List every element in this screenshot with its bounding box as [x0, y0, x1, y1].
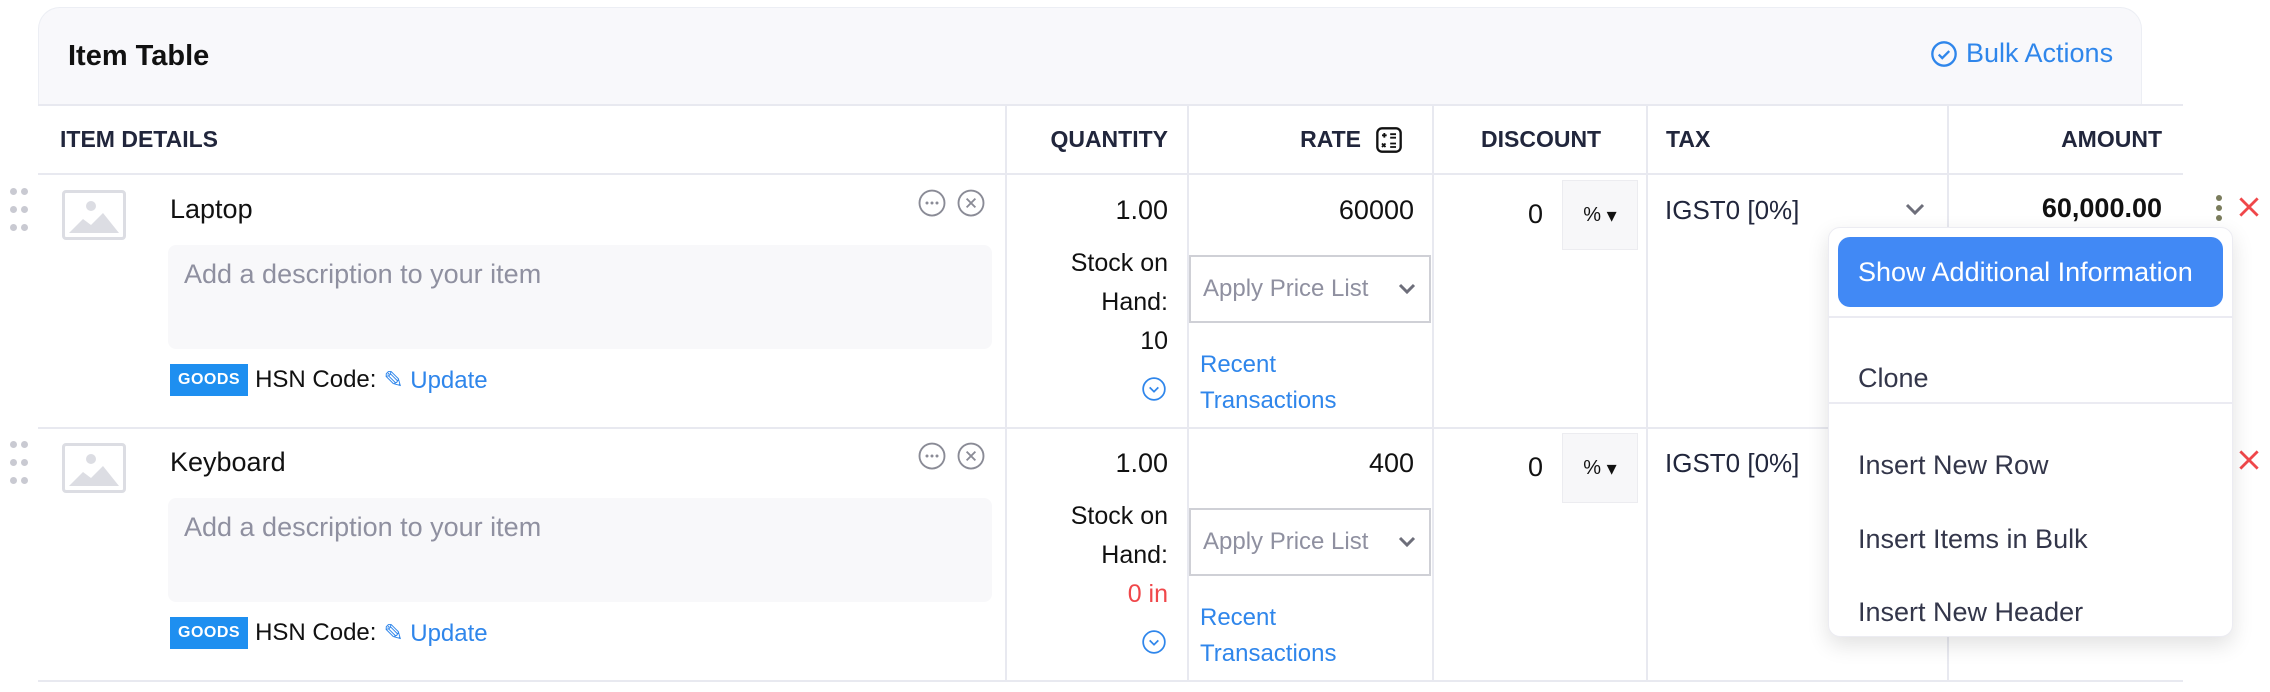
column-divider: [1432, 105, 1434, 681]
discount-type-select[interactable]: % ▾: [1562, 180, 1638, 250]
recent-label: Recent: [1200, 604, 1277, 631]
stock-on-hand: Stock on Hand: 0 in: [1006, 497, 1168, 614]
update-hsn-link[interactable]: ✎ Update: [383, 619, 487, 648]
image-icon: [69, 454, 119, 486]
price-list-select[interactable]: Apply Price List: [1189, 508, 1431, 576]
discount-type-value: %: [1583, 456, 1602, 479]
hsn-row: GOODS HSN Code: ✎ Update: [170, 617, 488, 649]
discount-input[interactable]: 0: [1433, 199, 1543, 230]
more-options-icon[interactable]: [917, 188, 947, 218]
column-divider: [1646, 105, 1648, 681]
chevron-down-circle-icon[interactable]: [1141, 629, 1167, 655]
item-image-placeholder[interactable]: [62, 443, 126, 493]
transactions-label: Transactions: [1200, 387, 1337, 414]
hsn-row: GOODS HSN Code: ✎ Update: [170, 364, 488, 396]
description-input[interactable]: Add a description to your item: [168, 245, 992, 349]
column-header-discount: DISCOUNT: [1481, 126, 1602, 152]
price-list-placeholder: Apply Price List: [1203, 528, 1369, 555]
stock-label: Hand:: [1101, 288, 1168, 316]
divider: [38, 680, 2183, 682]
recent-transactions-link[interactable]: Recent Transactions: [1200, 600, 1337, 672]
rate-label: RATE: [1300, 126, 1361, 152]
page-title: Item Table: [68, 40, 210, 72]
delete-row-icon[interactable]: [2236, 447, 2262, 473]
discount-type-value: %: [1583, 203, 1602, 226]
bulk-actions-button[interactable]: Bulk Actions: [1930, 38, 2113, 69]
goods-badge: GOODS: [170, 364, 249, 396]
menu-divider: [1829, 316, 2232, 318]
recent-label: Recent: [1200, 351, 1277, 378]
drag-handle-icon[interactable]: [8, 437, 30, 491]
tax-select[interactable]: IGST0 [0%]: [1665, 448, 1799, 479]
rate-input[interactable]: 60000: [1188, 195, 1414, 226]
column-divider: [1187, 105, 1189, 681]
amount-value: 60,000.00: [2041, 193, 2162, 223]
description-input[interactable]: Add a description to your item: [168, 498, 992, 602]
column-header-rate: RATE: [1188, 105, 1403, 174]
chevron-down-icon[interactable]: [1904, 202, 1926, 216]
item-image-placeholder[interactable]: [62, 190, 126, 240]
menu-item-insert-items-in-bulk[interactable]: Insert Items in Bulk: [1829, 524, 2232, 555]
stock-label: Stock on: [1070, 249, 1168, 277]
column-header-item-details: ITEM DETAILS: [60, 126, 219, 152]
update-hsn-link[interactable]: ✎ Update: [383, 366, 487, 395]
discount-input[interactable]: 0: [1433, 452, 1543, 483]
menu-item-insert-new-header[interactable]: Insert New Header: [1829, 597, 2232, 628]
goods-badge: GOODS: [170, 617, 249, 649]
discount-type-select[interactable]: % ▾: [1562, 433, 1638, 503]
calculator-icon[interactable]: [1375, 126, 1403, 154]
update-label: Update: [410, 366, 488, 394]
hsn-label: HSN Code:: [255, 366, 377, 393]
item-name[interactable]: Laptop: [170, 194, 253, 225]
remove-item-icon[interactable]: [956, 188, 986, 218]
chevron-down-circle-icon[interactable]: [1141, 376, 1167, 402]
update-label: Update: [410, 619, 488, 647]
item-table-header-bar: [38, 7, 2142, 106]
chevron-down-icon: [1398, 536, 1416, 548]
menu-divider: [1829, 402, 2232, 404]
recent-transactions-link[interactable]: Recent Transactions: [1200, 347, 1337, 419]
row-options-menu: Show Additional Information Clone Insert…: [1828, 227, 2233, 637]
remove-item-icon[interactable]: [956, 441, 986, 471]
stock-label: Stock on: [1070, 502, 1168, 530]
stock-label: Hand:: [1101, 541, 1168, 569]
tax-select[interactable]: IGST0 [0%]: [1665, 195, 1799, 226]
bulk-actions-label: Bulk Actions: [1966, 38, 2114, 68]
delete-row-icon[interactable]: [2236, 194, 2262, 220]
check-circle-icon: [1931, 40, 1957, 67]
drag-handle-icon[interactable]: [8, 184, 30, 238]
column-header-quantity: QUANTITY: [1050, 126, 1168, 152]
item-name[interactable]: Keyboard: [170, 447, 286, 478]
image-icon: [69, 201, 119, 233]
menu-item-clone[interactable]: Clone: [1829, 363, 2232, 394]
quantity-input[interactable]: 1.00: [1006, 195, 1168, 226]
stock-value: 10: [1140, 327, 1168, 355]
column-header-amount: AMOUNT: [2061, 126, 2162, 152]
price-list-placeholder: Apply Price List: [1203, 275, 1369, 302]
hsn-label: HSN Code:: [255, 619, 377, 646]
stock-on-hand: Stock on Hand: 10: [1006, 244, 1168, 361]
column-header-tax: TAX: [1666, 126, 1711, 152]
price-list-select[interactable]: Apply Price List: [1189, 255, 1431, 323]
rate-input[interactable]: 400: [1188, 448, 1414, 479]
menu-item-show-additional-information[interactable]: Show Additional Information: [1838, 237, 2223, 307]
more-options-icon[interactable]: [917, 441, 947, 471]
transactions-label: Transactions: [1200, 640, 1337, 667]
menu-item-insert-new-row[interactable]: Insert New Row: [1829, 450, 2232, 481]
kebab-menu-icon[interactable]: [2214, 193, 2224, 223]
chevron-down-icon: [1398, 283, 1416, 295]
quantity-input[interactable]: 1.00: [1006, 448, 1168, 479]
stock-value: 0 in: [1127, 580, 1168, 608]
